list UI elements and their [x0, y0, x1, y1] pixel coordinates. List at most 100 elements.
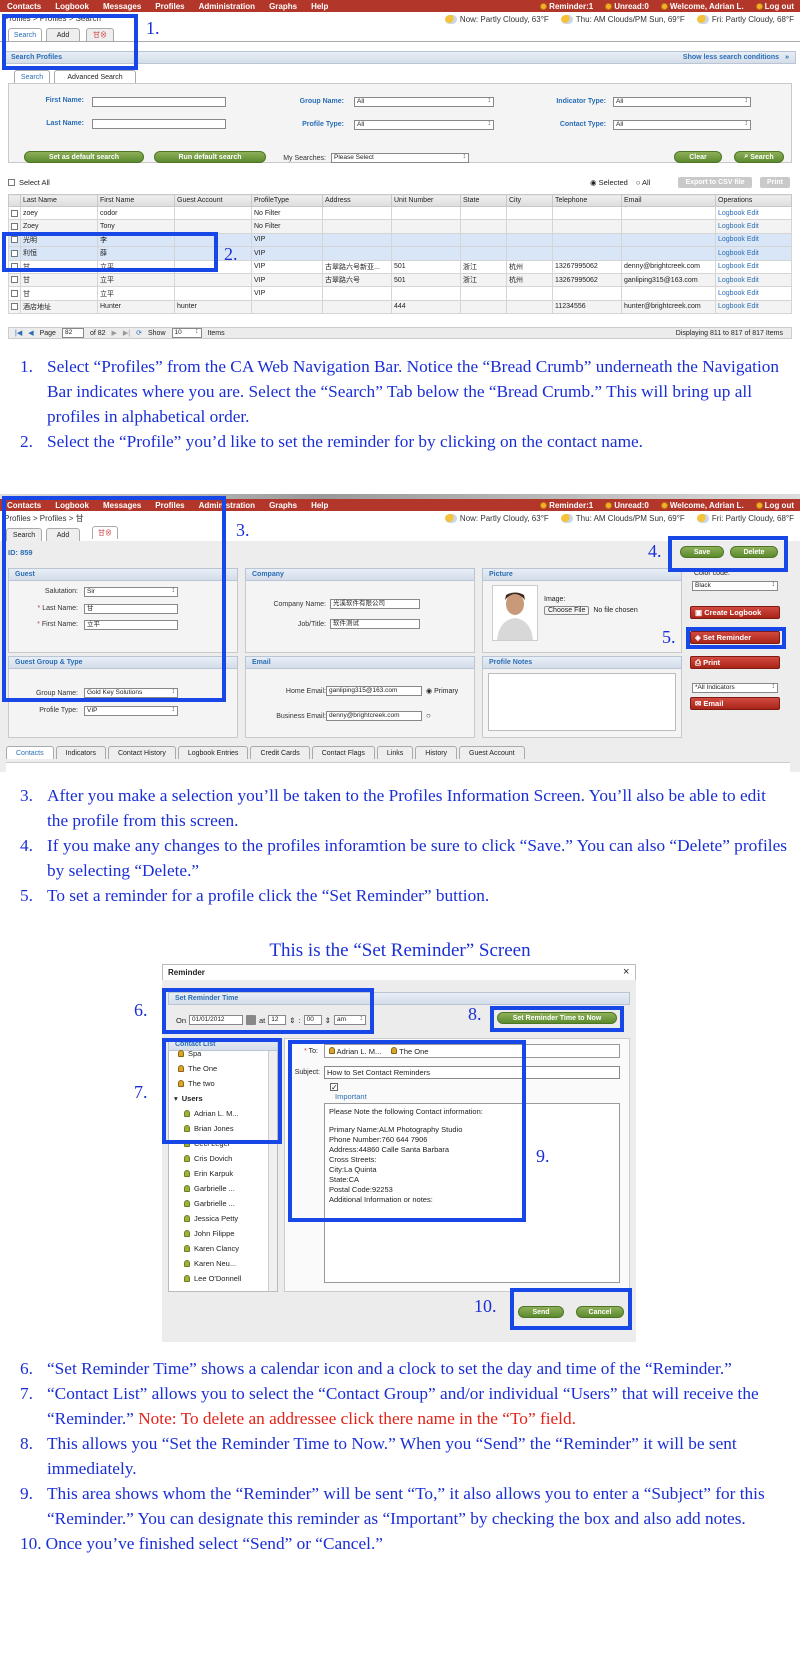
col-unit-number[interactable]: Unit Number — [391, 194, 461, 207]
col-last-name[interactable]: Last Name — [20, 194, 98, 207]
unread-indicator[interactable]: Unread:0 — [605, 501, 649, 510]
profile-notes-textarea[interactable] — [488, 673, 676, 731]
business-primary-radio[interactable]: ○ — [426, 711, 431, 720]
nav-help[interactable]: Help — [311, 501, 328, 510]
contact-list-item[interactable]: Karen Clancy — [184, 1241, 241, 1256]
table-cell[interactable]: 立平 — [97, 286, 175, 301]
contact-list-item[interactable]: Lee O'Donnell — [184, 1271, 241, 1286]
col-email[interactable]: Email — [621, 194, 716, 207]
edit-link[interactable]: Edit — [747, 210, 759, 217]
my-searches-select[interactable]: Please Select — [331, 153, 469, 163]
export-csv-button[interactable]: Export to CSV file — [678, 177, 752, 188]
edit-link[interactable]: Edit — [747, 290, 759, 297]
last-page-icon[interactable]: ▶| — [123, 329, 130, 337]
create-logbook-button[interactable]: ▣ Create Logbook — [690, 606, 780, 619]
refresh-icon[interactable]: ⟳ — [136, 329, 142, 337]
select-all[interactable]: Select All — [8, 178, 50, 187]
nav-contacts[interactable]: Contacts — [7, 2, 41, 11]
nav-logbook[interactable]: Logbook — [55, 2, 89, 11]
contact-list-item[interactable]: Karen Neu... — [184, 1256, 241, 1271]
contact-type-select[interactable]: All — [613, 120, 751, 130]
last-name-input[interactable] — [92, 119, 226, 129]
row-checkbox[interactable] — [11, 303, 18, 311]
search-button[interactable]: ⌕ Search — [734, 151, 784, 163]
row-checkbox[interactable] — [11, 222, 18, 230]
color-code-select[interactable]: Black — [692, 581, 778, 591]
table-cell[interactable]: Hunter — [97, 299, 175, 315]
edit-link[interactable]: Edit — [747, 277, 759, 284]
tab-credit-cards[interactable]: Credit Cards — [250, 746, 310, 759]
nav-graphs[interactable]: Graphs — [269, 501, 297, 510]
edit-link[interactable]: Edit — [747, 250, 759, 257]
contact-list-item[interactable]: John Filippe — [184, 1226, 241, 1241]
logout-link[interactable]: Log out — [755, 501, 794, 510]
company-name-input[interactable]: 光溪软件有限公司 — [330, 599, 420, 609]
tab-links[interactable]: Links — [376, 746, 414, 759]
logbook-link[interactable]: Logbook — [718, 263, 745, 270]
nav-administration[interactable]: Administration — [199, 2, 255, 11]
run-default-search-button[interactable]: Run default search — [154, 151, 266, 163]
clear-button[interactable]: Clear — [674, 151, 722, 163]
show-less-link[interactable]: Show less search conditions — [683, 54, 779, 61]
radio-selected[interactable]: ◉ Selected — [590, 178, 628, 187]
row-select-cell[interactable] — [8, 286, 21, 301]
tab-contact-history[interactable]: Contact History — [107, 746, 176, 759]
table-row[interactable]: 甘立平 VIP 古翠路六号 501 浙江 杭州 13267995062 ganliping31… — [8, 272, 792, 288]
edit-link[interactable]: Edit — [747, 303, 759, 310]
page-input[interactable]: 82 — [61, 328, 84, 338]
print-profile-button[interactable]: ⎙ Print — [690, 656, 780, 669]
group-name-select[interactable]: All — [354, 97, 494, 107]
select-all-checkbox[interactable] — [8, 179, 15, 186]
radio-all[interactable]: ○ All — [636, 178, 651, 187]
col-guest-account[interactable]: Guest Account — [174, 194, 252, 207]
contact-list-item[interactable]: Cris Dovich — [184, 1151, 241, 1166]
contact-list-item[interactable]: Garbrielle ... — [184, 1196, 241, 1211]
collapse-icon[interactable]: » — [785, 54, 789, 61]
contact-list-item[interactable]: Garbrielle ... — [184, 1181, 241, 1196]
page-size-select[interactable]: 10 — [171, 328, 202, 338]
col-telephone[interactable]: Telephone — [552, 194, 622, 207]
table-cell[interactable]: codor — [97, 205, 175, 221]
tab-history[interactable]: History — [415, 746, 458, 759]
print-button[interactable]: Print — [760, 177, 790, 188]
unread-indicator[interactable]: Unread:0 — [605, 2, 649, 11]
table-row[interactable]: zoey codor No Filter Logbook Edit — [8, 205, 792, 221]
choose-file-button[interactable]: Choose File — [544, 606, 590, 615]
logbook-link[interactable]: Logbook — [718, 236, 745, 243]
profile-type-select[interactable]: All — [354, 120, 494, 130]
table-cell[interactable]: 酒店地址 — [20, 299, 98, 315]
dialog-close-icon[interactable]: × — [623, 966, 629, 978]
set-default-search-button[interactable]: Set as default search — [24, 151, 144, 163]
edit-link[interactable]: Edit — [747, 236, 759, 243]
logout-link[interactable]: Log out — [755, 2, 794, 11]
primary-radio[interactable]: ◉ Primary — [426, 687, 458, 695]
nav-profiles[interactable]: Profiles — [155, 2, 184, 11]
col-profile-type[interactable]: ProfileType — [251, 194, 323, 207]
table-row[interactable]: 甘立平 VIP Logbook Edit — [8, 286, 792, 301]
logbook-link[interactable]: Logbook — [718, 223, 745, 230]
logbook-link[interactable]: Logbook — [718, 210, 745, 217]
logbook-link[interactable]: Logbook — [718, 303, 745, 310]
indicator-type-select[interactable]: All — [613, 97, 751, 107]
logbook-link[interactable]: Logbook — [718, 290, 745, 297]
col-address[interactable]: Address — [322, 194, 392, 207]
edit-link[interactable]: Edit — [747, 223, 759, 230]
job-title-input[interactable]: 软件测试 — [330, 619, 420, 629]
nav-graphs[interactable]: Graphs — [269, 2, 297, 11]
table-cell[interactable]: 立平 — [97, 272, 175, 288]
col-city[interactable]: City — [506, 194, 553, 207]
reminder-indicator[interactable]: Reminder:1 — [540, 501, 593, 510]
col-state[interactable]: State — [460, 194, 507, 207]
subtab-search[interactable]: Search — [14, 70, 50, 83]
home-email-input[interactable]: ganliping315@163.com — [326, 686, 422, 696]
indicators-select[interactable]: *All Indicators — [692, 683, 778, 693]
logbook-link[interactable]: Logbook — [718, 277, 745, 284]
first-page-icon[interactable]: |◀ — [15, 329, 22, 337]
row-checkbox[interactable] — [11, 276, 18, 284]
table-cell[interactable]: 甘 — [20, 272, 98, 288]
table-cell[interactable]: zoey — [20, 205, 98, 221]
row-checkbox[interactable] — [11, 209, 18, 217]
table-cell[interactable]: 甘 — [20, 286, 98, 301]
tab-guest-account[interactable]: Guest Account — [459, 746, 525, 759]
email-button[interactable]: ✉ Email — [690, 697, 780, 710]
